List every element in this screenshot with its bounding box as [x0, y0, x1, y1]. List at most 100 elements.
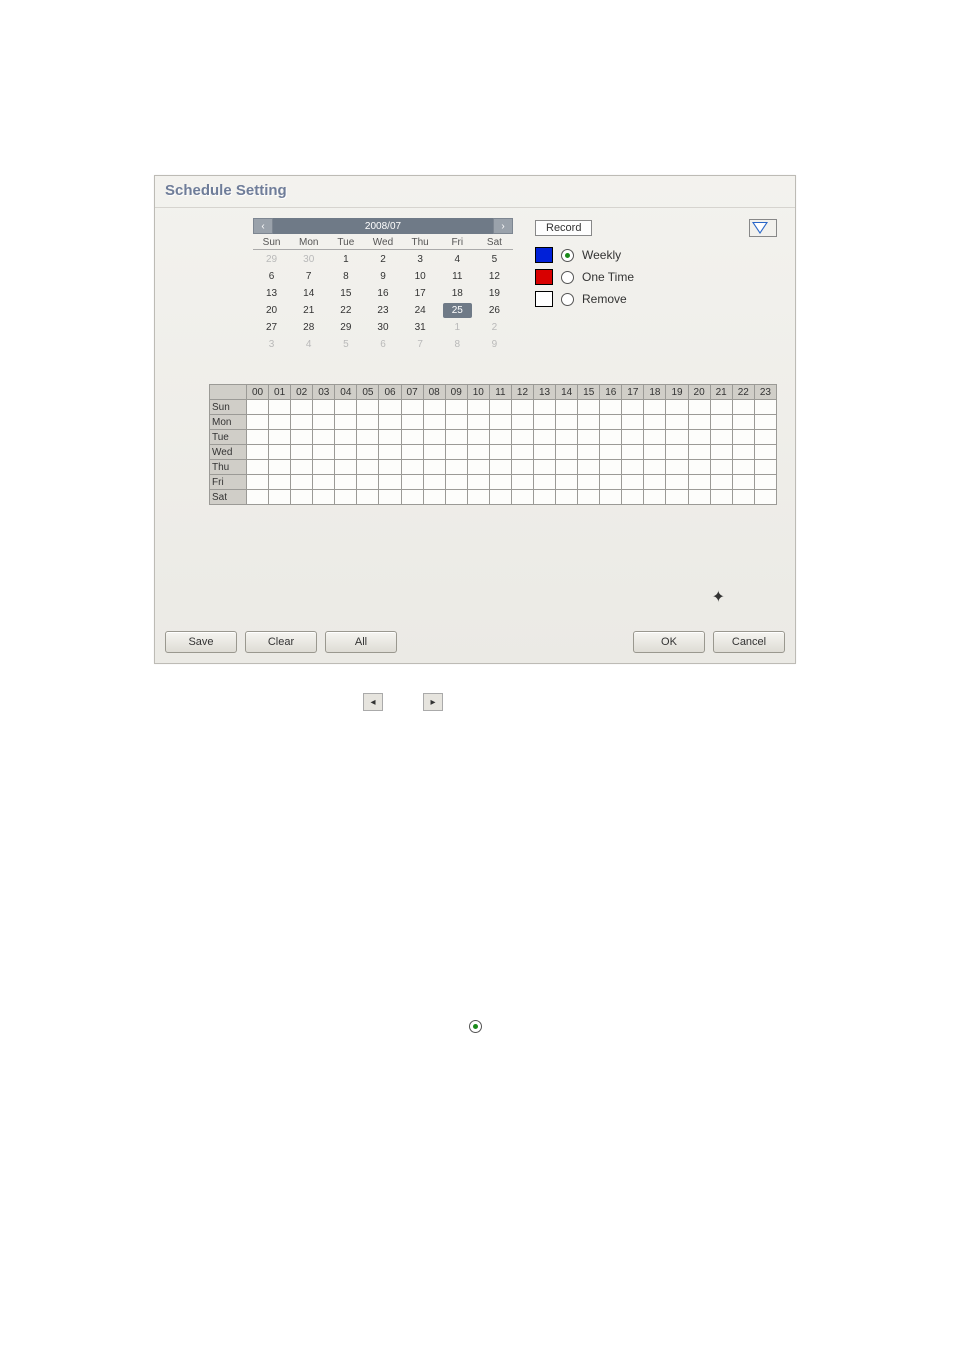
schedule-cell[interactable] — [578, 415, 600, 430]
calendar-day-cell[interactable]: 1 — [327, 252, 364, 267]
schedule-cell[interactable] — [379, 475, 401, 490]
standalone-radio[interactable] — [469, 1020, 482, 1033]
schedule-cell[interactable] — [379, 430, 401, 445]
schedule-cell[interactable] — [335, 490, 357, 505]
schedule-cell[interactable] — [291, 460, 313, 475]
schedule-cell[interactable] — [379, 415, 401, 430]
schedule-cell[interactable] — [732, 475, 754, 490]
schedule-cell[interactable] — [357, 430, 379, 445]
schedule-cell[interactable] — [578, 445, 600, 460]
option-remove[interactable]: Remove — [535, 291, 777, 307]
schedule-cell[interactable] — [357, 475, 379, 490]
schedule-cell[interactable] — [511, 475, 533, 490]
schedule-cell[interactable] — [600, 430, 622, 445]
calendar-day-cell[interactable]: 20 — [253, 303, 290, 318]
calendar-day-cell[interactable]: 22 — [327, 303, 364, 318]
calendar-day-cell[interactable]: 4 — [290, 337, 327, 352]
schedule-cell[interactable] — [732, 445, 754, 460]
calendar-day-cell[interactable]: 1 — [439, 320, 476, 335]
schedule-cell[interactable] — [489, 400, 511, 415]
schedule-cell[interactable] — [511, 415, 533, 430]
schedule-cell[interactable] — [534, 400, 556, 415]
schedule-cell[interactable] — [313, 430, 335, 445]
calendar-day-cell[interactable]: 2 — [364, 252, 401, 267]
schedule-cell[interactable] — [489, 430, 511, 445]
schedule-cell[interactable] — [489, 460, 511, 475]
schedule-cell[interactable] — [335, 415, 357, 430]
calendar-day-cell[interactable]: 30 — [364, 320, 401, 335]
clear-button[interactable]: Clear — [245, 631, 317, 653]
schedule-cell[interactable] — [534, 415, 556, 430]
schedule-cell[interactable] — [489, 445, 511, 460]
calendar-day-cell[interactable]: 5 — [327, 337, 364, 352]
calendar-day-cell[interactable]: 6 — [253, 269, 290, 284]
schedule-cell[interactable] — [269, 430, 291, 445]
schedule-cell[interactable] — [600, 445, 622, 460]
schedule-cell[interactable] — [666, 475, 688, 490]
calendar-day-cell[interactable]: 2 — [476, 320, 513, 335]
schedule-cell[interactable] — [600, 475, 622, 490]
schedule-cell[interactable] — [423, 400, 445, 415]
page-prev-button[interactable]: ◂ — [363, 693, 383, 711]
option-weekly[interactable]: Weekly — [535, 247, 777, 263]
schedule-cell[interactable] — [379, 490, 401, 505]
schedule-cell[interactable] — [313, 415, 335, 430]
schedule-cell[interactable] — [467, 415, 489, 430]
schedule-cell[interactable] — [335, 430, 357, 445]
schedule-cell[interactable] — [644, 415, 666, 430]
schedule-cell[interactable] — [467, 460, 489, 475]
schedule-cell[interactable] — [534, 430, 556, 445]
schedule-cell[interactable] — [291, 430, 313, 445]
schedule-cell[interactable] — [644, 490, 666, 505]
schedule-cell[interactable] — [556, 415, 578, 430]
schedule-cell[interactable] — [534, 475, 556, 490]
schedule-cell[interactable] — [335, 400, 357, 415]
schedule-cell[interactable] — [335, 460, 357, 475]
schedule-cell[interactable] — [600, 415, 622, 430]
calendar-day-cell[interactable]: 31 — [402, 320, 439, 335]
schedule-cell[interactable] — [666, 415, 688, 430]
schedule-cell[interactable] — [644, 400, 666, 415]
schedule-cell[interactable] — [313, 490, 335, 505]
schedule-cell[interactable] — [710, 430, 732, 445]
schedule-cell[interactable] — [467, 400, 489, 415]
schedule-cell[interactable] — [247, 430, 269, 445]
schedule-cell[interactable] — [269, 490, 291, 505]
calendar-day-cell[interactable]: 9 — [476, 337, 513, 352]
schedule-cell[interactable] — [710, 460, 732, 475]
calendar-day-cell[interactable]: 19 — [476, 286, 513, 301]
schedule-cell[interactable] — [269, 415, 291, 430]
schedule-cell[interactable] — [556, 460, 578, 475]
schedule-cell[interactable] — [534, 445, 556, 460]
calendar-day-cell[interactable]: 17 — [402, 286, 439, 301]
schedule-cell[interactable] — [710, 475, 732, 490]
schedule-cell[interactable] — [423, 475, 445, 490]
schedule-cell[interactable] — [600, 460, 622, 475]
schedule-cell[interactable] — [622, 445, 644, 460]
schedule-cell[interactable] — [291, 415, 313, 430]
schedule-cell[interactable] — [732, 430, 754, 445]
schedule-cell[interactable] — [732, 460, 754, 475]
calendar-day-cell[interactable]: 24 — [402, 303, 439, 318]
calendar-day-cell[interactable]: 26 — [476, 303, 513, 318]
schedule-cell[interactable] — [489, 415, 511, 430]
schedule-cell[interactable] — [401, 415, 423, 430]
calendar-day-cell[interactable]: 25 — [443, 303, 472, 318]
schedule-cell[interactable] — [357, 415, 379, 430]
calendar-day-cell[interactable]: 6 — [364, 337, 401, 352]
schedule-cell[interactable] — [489, 490, 511, 505]
schedule-cell[interactable] — [313, 460, 335, 475]
schedule-cell[interactable] — [379, 445, 401, 460]
schedule-cell[interactable] — [313, 445, 335, 460]
schedule-cell[interactable] — [688, 475, 710, 490]
schedule-cell[interactable] — [247, 415, 269, 430]
schedule-cell[interactable] — [754, 475, 776, 490]
page-next-button[interactable]: ▸ — [423, 693, 443, 711]
schedule-cell[interactable] — [622, 475, 644, 490]
schedule-cell[interactable] — [467, 445, 489, 460]
schedule-cell[interactable] — [401, 400, 423, 415]
schedule-cell[interactable] — [445, 415, 467, 430]
schedule-cell[interactable] — [423, 430, 445, 445]
calendar-day-cell[interactable]: 10 — [402, 269, 439, 284]
schedule-cell[interactable] — [710, 415, 732, 430]
